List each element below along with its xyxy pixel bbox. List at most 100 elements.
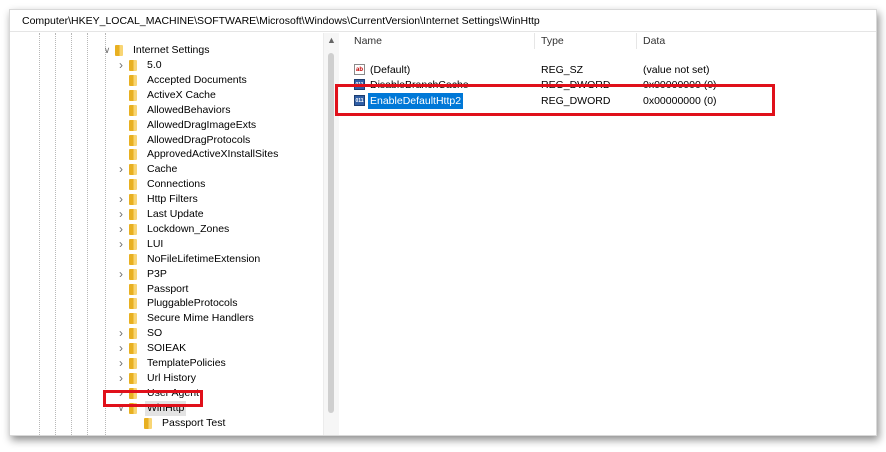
tree-item-label: ActiveX Cache bbox=[147, 88, 216, 101]
folder-icon bbox=[115, 45, 123, 56]
tree-item-label: PluggableProtocols bbox=[147, 297, 238, 310]
chevron-right-icon[interactable]: › bbox=[116, 222, 126, 237]
value-type: REG_SZ bbox=[541, 64, 584, 76]
tree-item-label: AllowedDragProtocols bbox=[147, 133, 251, 146]
folder-icon bbox=[129, 343, 137, 355]
tree-item[interactable]: Accepted Documents bbox=[116, 73, 249, 88]
highlight-box-value bbox=[335, 84, 775, 116]
tree-item[interactable]: › SOIEAK bbox=[116, 341, 188, 356]
folder-icon bbox=[129, 60, 137, 71]
tree-item[interactable]: › Last Update bbox=[116, 207, 206, 222]
tree-item[interactable]: ActiveX Cache bbox=[116, 88, 218, 103]
tree-item[interactable]: › 5.0 bbox=[116, 58, 164, 73]
tree-item[interactable]: › Cache bbox=[116, 162, 179, 177]
tree-item[interactable]: Secure Mime Handlers bbox=[116, 311, 256, 326]
tree-item-label: Lockdown_Zones bbox=[147, 222, 230, 235]
tree-item[interactable]: › TemplatePolicies bbox=[116, 356, 228, 371]
tree-item-label: Url History bbox=[147, 371, 196, 384]
tree-item[interactable]: AllowedDragImageExts bbox=[116, 118, 258, 133]
column-header-data[interactable]: Data bbox=[643, 33, 665, 49]
tree-item[interactable]: AllowedDragProtocols bbox=[116, 133, 252, 148]
tree-item-label: 5.0 bbox=[147, 59, 162, 71]
chevron-down-icon[interactable]: ∨ bbox=[102, 43, 112, 58]
tree-guide-line bbox=[105, 33, 106, 435]
tree-item-label: Http Filters bbox=[147, 193, 198, 206]
tree-item[interactable]: AllowedBehaviors bbox=[116, 103, 232, 118]
folder-icon bbox=[129, 372, 137, 384]
highlight-box-winhttp bbox=[103, 390, 203, 407]
chevron-right-icon[interactable]: › bbox=[116, 356, 126, 371]
column-header-name[interactable]: Name bbox=[354, 33, 382, 49]
chevron-right-icon[interactable]: › bbox=[116, 207, 126, 222]
tree-guide-line bbox=[39, 33, 40, 435]
folder-icon bbox=[129, 89, 137, 101]
tree-item[interactable]: › Url History bbox=[116, 371, 198, 386]
chevron-right-icon[interactable]: › bbox=[116, 371, 126, 386]
tree-item[interactable]: ApprovedActiveXInstallSites bbox=[116, 147, 280, 162]
folder-icon bbox=[129, 179, 137, 191]
scroll-up-icon[interactable]: ▲ bbox=[327, 35, 336, 45]
tree-item[interactable]: PluggableProtocols bbox=[116, 296, 239, 311]
registry-value-row[interactable]: ab (Default) REG_SZ (value not set) bbox=[340, 62, 876, 78]
folder-icon bbox=[129, 328, 137, 340]
tree-item[interactable]: › Http Filters bbox=[116, 192, 200, 207]
tree-item-label: Cache bbox=[147, 163, 178, 176]
column-separator[interactable] bbox=[534, 33, 535, 49]
folder-icon bbox=[129, 194, 137, 206]
tree-item-label: Internet Settings bbox=[133, 44, 210, 56]
folder-icon bbox=[129, 149, 137, 161]
chevron-right-icon[interactable]: › bbox=[116, 162, 126, 177]
scrollbar-thumb[interactable] bbox=[328, 53, 334, 413]
tree-item-label: Accepted Documents bbox=[147, 73, 247, 86]
column-separator[interactable] bbox=[636, 33, 637, 49]
tree-item-label: SOIEAK bbox=[147, 342, 187, 355]
chevron-right-icon[interactable]: › bbox=[116, 192, 126, 207]
chevron-right-icon[interactable]: › bbox=[116, 341, 126, 356]
tree-item[interactable]: Passport bbox=[116, 282, 190, 297]
tree-item[interactable]: › LUI bbox=[116, 237, 165, 252]
tree-item[interactable]: › Lockdown_Zones bbox=[116, 222, 231, 237]
tree-item[interactable]: › SO bbox=[116, 326, 164, 341]
tree-item-label: AllowedBehaviors bbox=[147, 103, 231, 116]
tree-item-internet-settings[interactable]: ∨ Internet Settings bbox=[102, 43, 211, 58]
tree-item-label: Passport bbox=[147, 282, 189, 295]
tree-item-label: Connections bbox=[147, 178, 206, 191]
chevron-right-icon[interactable]: › bbox=[116, 326, 126, 341]
value-data: (value not set) bbox=[643, 64, 710, 76]
folder-icon bbox=[129, 268, 137, 280]
tree-guide-line bbox=[71, 33, 72, 435]
column-header-type[interactable]: Type bbox=[541, 33, 564, 49]
address-bar[interactable]: Computer\HKEY_LOCAL_MACHINE\SOFTWARE\Mic… bbox=[10, 10, 876, 32]
tree-item[interactable]: NoFileLifetimeExtension bbox=[116, 252, 262, 267]
tree-guide-line bbox=[87, 33, 88, 435]
folder-icon bbox=[129, 209, 137, 220]
tree-item-label: Secure Mime Handlers bbox=[147, 312, 254, 325]
registry-editor-window: Computer\HKEY_LOCAL_MACHINE\SOFTWARE\Mic… bbox=[9, 9, 877, 436]
tree-item-label: P3P bbox=[147, 267, 167, 280]
tree-item[interactable]: Connections bbox=[116, 177, 207, 192]
tree-item-label: LUI bbox=[147, 237, 164, 250]
tree-item[interactable]: › P3P bbox=[116, 267, 169, 282]
folder-icon bbox=[129, 283, 137, 295]
folder-icon bbox=[129, 74, 137, 86]
folder-icon bbox=[129, 358, 137, 369]
chevron-right-icon[interactable]: › bbox=[116, 267, 126, 282]
value-name: (Default) bbox=[370, 64, 411, 76]
string-value-icon: ab bbox=[354, 64, 365, 75]
folder-icon bbox=[129, 164, 137, 176]
tree-item[interactable]: Passport Test bbox=[131, 416, 227, 431]
folder-icon bbox=[144, 417, 152, 429]
chevron-right-icon[interactable]: › bbox=[116, 237, 126, 252]
folder-icon bbox=[129, 253, 137, 265]
chevron-right-icon[interactable]: › bbox=[116, 58, 126, 73]
